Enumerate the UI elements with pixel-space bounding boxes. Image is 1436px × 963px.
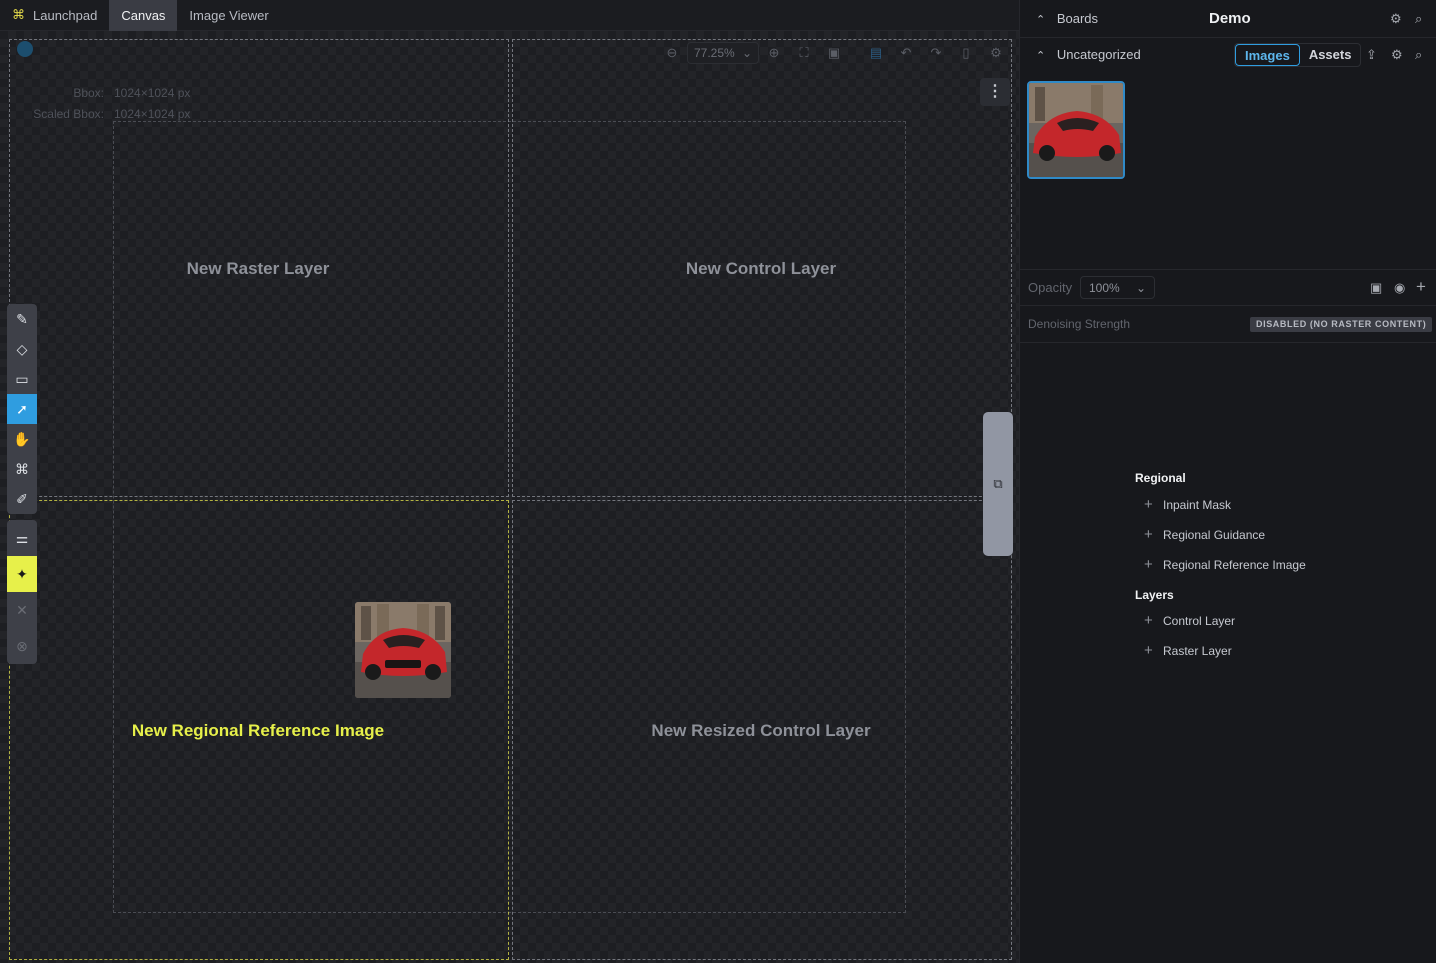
dropzone-regional-ref-label: New Regional Reference Image [131, 721, 385, 740]
tab-image-viewer-label: Image Viewer [189, 7, 269, 23]
tab-assets[interactable]: Assets [1300, 44, 1361, 66]
chevron-up-icon: ⌃ [1036, 50, 1046, 62]
menu-item-regional-reference-image[interactable]: + Regional Reference Image [1144, 556, 1306, 573]
panel-toggle-handle[interactable]: ⧉ [983, 412, 1013, 556]
opacity-label: Opacity [1028, 280, 1073, 295]
opacity-select[interactable]: 100% ⌄ [1080, 276, 1155, 299]
tab-canvas[interactable]: Canvas [109, 0, 178, 31]
plus-icon: + [1144, 496, 1153, 513]
canvas-area[interactable]: ⊖ 77.25% ⌄ ⊕ ⛶ ▣ ▤ ↶ ↷ ▯ ⚙ Bbox: 1024×102… [0, 31, 1019, 963]
launchpad-icon: ⌘ [12, 7, 25, 22]
menu-item-inpaint-mask[interactable]: + Inpaint Mask [1144, 496, 1231, 513]
gallery-settings-gear-icon[interactable]: ⚙ [1391, 47, 1403, 63]
eraser-icon[interactable]: ◇ [7, 334, 37, 364]
gallery-image-thumbnail[interactable] [1027, 81, 1125, 179]
right-panel: ⌃ Boards Demo ⚙ ⌕ ⌃ Uncategorized Images… [1019, 0, 1436, 963]
board-settings-gear-icon[interactable]: ⚙ [1390, 11, 1402, 27]
menu-item-label: Inpaint Mask [1163, 497, 1232, 512]
menu-item-raster-layer[interactable]: + Raster Layer [1144, 642, 1232, 659]
canvas-more-menu-button[interactable]: ⋮ [980, 78, 1010, 106]
boards-toggle[interactable]: ⌃ Boards [1036, 11, 1098, 26]
cancel-all-icon[interactable]: ⊗ [7, 628, 37, 664]
rect-icon[interactable]: ▭ [7, 364, 37, 394]
divider [1020, 37, 1436, 38]
transform-icon[interactable]: ⌘ [7, 454, 37, 484]
plus-icon: + [1144, 526, 1153, 543]
action-palette: ⚌ ✦ ✕ ⊗ [7, 520, 37, 664]
chevron-up-icon: ⌃ [1036, 14, 1046, 26]
top-tab-bar: ⌘ Launchpad Canvas Image Viewer [0, 0, 1019, 31]
gallery-toggle-icon: ⧉ [993, 476, 1003, 491]
duplicate-layer-icon[interactable]: ▣ [1370, 280, 1382, 296]
denoising-status-badge: DISABLED (NO RASTER CONTENT) [1250, 317, 1433, 332]
tab-canvas-label: Canvas [121, 7, 166, 23]
dropzone-resized-control-label: New Resized Control Layer [651, 721, 871, 740]
boards-label: Boards [1056, 11, 1099, 26]
menu-item-control-layer[interactable]: + Control Layer [1144, 612, 1235, 629]
chevron-down-icon: ⌄ [1135, 280, 1146, 295]
cancel-x-icon[interactable]: ✕ [7, 592, 37, 628]
divider [1020, 305, 1436, 306]
plus-icon: + [1144, 556, 1153, 573]
tab-launchpad-label: Launchpad [33, 7, 98, 23]
board-name: Demo [1209, 10, 1251, 27]
move-icon[interactable]: ➚ [7, 394, 37, 424]
add-layer-plus-icon[interactable]: + [1416, 277, 1426, 297]
denoising-strength-label: Denoising Strength [1028, 317, 1131, 331]
tool-palette: ✎ ◇ ▭ ➚ ✋ ⌘ ✐ [7, 304, 37, 514]
visibility-eye-icon[interactable]: ◉ [1394, 280, 1405, 296]
invoke-sparkle-icon[interactable]: ✦ [7, 556, 37, 592]
colorpicker-icon[interactable]: ✐ [7, 484, 37, 514]
menu-item-label: Control Layer [1163, 613, 1236, 628]
regional-heading: Regional [1135, 471, 1186, 485]
upload-icon[interactable]: ⇪ [1366, 47, 1377, 63]
menu-item-regional-guidance[interactable]: + Regional Guidance [1144, 526, 1265, 543]
settings-sliders-icon[interactable]: ⚌ [7, 520, 37, 556]
gallery-search-icon[interactable]: ⌕ [1415, 47, 1422, 63]
tab-image-viewer[interactable]: Image Viewer [177, 0, 280, 31]
tab-launchpad[interactable]: ⌘ Launchpad [0, 0, 109, 31]
tab-images[interactable]: Images [1235, 44, 1300, 66]
opacity-value: 100% [1089, 280, 1120, 295]
uncategorized-label: Uncategorized [1056, 47, 1141, 62]
menu-item-label: Raster Layer [1163, 643, 1232, 658]
dropzone-raster-label: New Raster Layer [186, 259, 330, 278]
plus-icon: + [1144, 612, 1153, 629]
hand-icon[interactable]: ✋ [7, 424, 37, 454]
menu-item-label: Regional Guidance [1163, 527, 1266, 542]
divider [1020, 342, 1436, 343]
plus-icon: + [1144, 642, 1153, 659]
uncategorized-toggle[interactable]: ⌃ Uncategorized [1036, 47, 1141, 62]
brush-icon[interactable]: ✎ [7, 304, 37, 334]
dragged-image-thumbnail[interactable] [355, 602, 451, 698]
menu-item-label: Regional Reference Image [1163, 557, 1306, 572]
divider [1020, 269, 1436, 270]
layers-heading: Layers [1135, 588, 1174, 602]
board-search-icon[interactable]: ⌕ [1415, 11, 1422, 27]
app: ⌘ Launchpad Canvas Image Viewer ⊖ 77.25%… [0, 0, 1436, 963]
dropzone-control-label: New Control Layer [685, 259, 837, 278]
gallery-view-toggle: Images Assets [1234, 43, 1362, 67]
